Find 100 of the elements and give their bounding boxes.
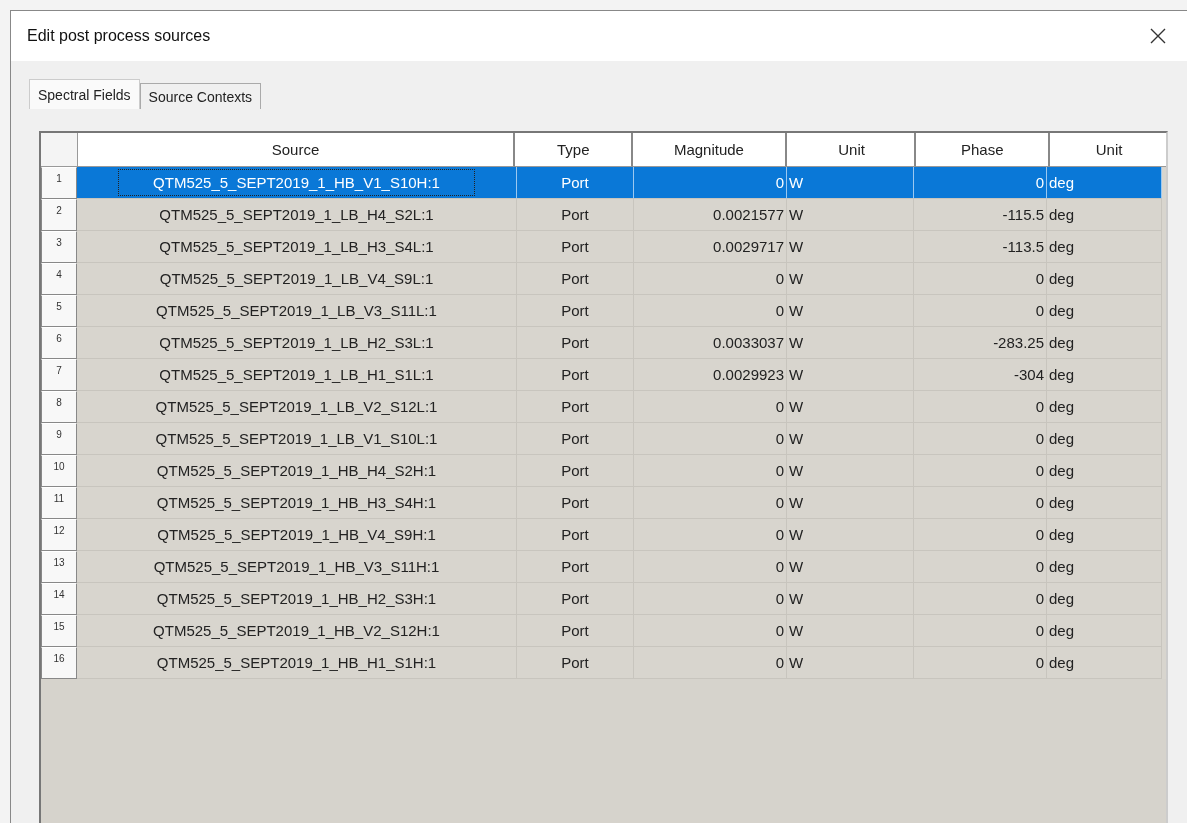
table-cell: QTM525_5_SEPT2019_1_HB_V3_S11H:1 [153,558,440,575]
table-cell: QTM525_5_SEPT2019_1_HB_V1_S10H:1 [119,170,474,195]
table-cell: W [789,654,804,671]
table-cell: QTM525_5_SEPT2019_1_HB_H4_S2H:1 [156,462,437,479]
row-number: 5 [41,295,77,327]
grid-corner[interactable] [41,133,78,167]
table-cell: 0 [775,270,784,287]
row-number: 11 [41,487,77,519]
table-cell: QTM525_5_SEPT2019_1_LB_V3_S11L:1 [156,302,437,319]
table-cell: Port [561,206,589,223]
table-cell: Port [561,462,589,479]
table-cell: Port [561,590,589,607]
table-cell: W [789,174,804,191]
table-cell: deg [1049,366,1075,383]
table-cell: 0.0029717 [713,238,784,255]
table-cell: W [789,238,804,255]
row-number: 8 [41,391,77,423]
table-cell: QTM525_5_SEPT2019_1_HB_V2_S12H:1 [153,622,440,639]
tab[interactable]: Source Contexts [139,83,262,109]
tab[interactable]: Spectral Fields [29,79,140,109]
row-number: 9 [41,423,77,455]
row-number: 4 [41,263,77,295]
table-cell: Port [561,302,589,319]
table-cell: deg [1049,398,1075,415]
close-icon[interactable] [1150,28,1166,44]
table-cell: QTM525_5_SEPT2019_1_HB_H3_S4H:1 [156,494,437,511]
row-number: 16 [41,647,77,679]
table-cell: W [789,302,804,319]
table-cell: Port [561,238,589,255]
table-cell: 0 [1035,526,1044,543]
table-cell: QTM525_5_SEPT2019_1_LB_V2_S12L:1 [155,398,438,415]
table-cell: deg [1049,302,1075,319]
table-cell: 0 [775,494,784,511]
table-cell: 0 [1035,302,1044,319]
table-cell: 0 [775,462,784,479]
table-cell: 0 [775,526,784,543]
table-cell: QTM525_5_SEPT2019_1_HB_H1_S1H:1 [156,654,437,671]
row-number: 7 [41,359,77,391]
row-number: 14 [41,583,77,615]
table-cell: deg [1049,334,1075,351]
table-cell: 0.0029923 [713,366,784,383]
row-number: 10 [41,455,77,487]
table-cell: QTM525_5_SEPT2019_1_LB_V4_S9L:1 [159,270,434,287]
table-cell: deg [1049,206,1075,223]
table-cell: 0.0033037 [713,334,784,351]
window-title: Edit post process sources [27,27,211,45]
table-cell: deg [1049,494,1075,511]
table-cell: 0 [775,654,784,671]
table-cell: 0 [1035,558,1044,575]
table-cell: Port [561,558,589,575]
row-number: 13 [41,551,77,583]
table-cell: 0 [775,430,784,447]
table-cell: 0 [1035,622,1044,639]
table-cell: -283.25 [993,334,1044,351]
table-cell: deg [1049,238,1075,255]
row-number: 6 [41,327,77,359]
table-cell: 0 [1035,174,1044,191]
table-cell: 0 [775,590,784,607]
table-cell: W [789,334,804,351]
table-cell: QTM525_5_SEPT2019_1_HB_H2_S3H:1 [156,590,437,607]
table-cell: deg [1049,590,1075,607]
table-cell: QTM525_5_SEPT2019_1_LB_H3_S4L:1 [159,238,434,255]
row-number: 12 [41,519,77,551]
row-number: 3 [41,231,77,263]
table-cell: QTM525_5_SEPT2019_1_LB_H4_S2L:1 [159,206,434,223]
table-cell: 0 [1035,398,1044,415]
table-cell: 0.0021577 [713,206,784,223]
table-cell: deg [1049,270,1075,287]
table-cell: deg [1049,622,1075,639]
table-cell: 0 [775,558,784,575]
table-cell: W [789,430,804,447]
table-cell: W [789,494,804,511]
table-cell: Port [561,270,589,287]
table-cell: 0 [1035,430,1044,447]
table-cell: deg [1049,558,1075,575]
table-cell: W [789,206,804,223]
table-cell: W [789,270,804,287]
table-cell: W [789,398,804,415]
table-cell: 0 [1035,462,1044,479]
table-cell: deg [1049,526,1075,543]
row-number: 1 [41,167,77,199]
table-cell: 0 [1035,590,1044,607]
table-cell: QTM525_5_SEPT2019_1_LB_H2_S3L:1 [159,334,434,351]
table-cell: W [789,526,804,543]
table-cell: deg [1049,654,1075,671]
table-cell: -113.5 [1002,238,1044,255]
table-cell: W [789,462,804,479]
table-cell: 0 [1035,654,1044,671]
table-cell: Port [561,366,589,383]
table-cell: Port [561,174,589,191]
table-cell: W [789,622,804,639]
table-cell: QTM525_5_SEPT2019_1_LB_V1_S10L:1 [155,430,438,447]
table-cell: Port [561,494,589,511]
table-cell: 0 [1035,270,1044,287]
table-cell: deg [1049,174,1075,191]
table-cell: Port [561,654,589,671]
table-cell: 0 [775,622,784,639]
table-cell: W [789,558,804,575]
table-cell: Port [561,526,589,543]
table-cell: 0 [775,302,784,319]
